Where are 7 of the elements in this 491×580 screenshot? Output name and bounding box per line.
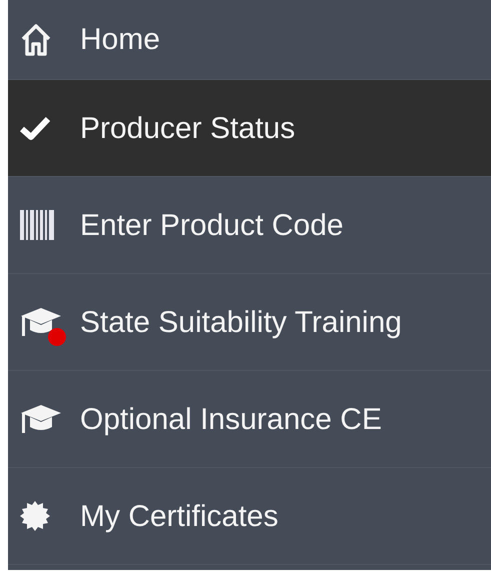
- check-icon: [20, 116, 50, 140]
- graduation-cap-icon: [20, 403, 62, 435]
- sidebar-item[interactable]: Producer Status: [8, 80, 491, 177]
- graduation-cap-icon: [20, 306, 62, 338]
- seal-icon: [20, 501, 50, 531]
- house-icon: [20, 22, 52, 56]
- barcode-icon: [20, 210, 54, 240]
